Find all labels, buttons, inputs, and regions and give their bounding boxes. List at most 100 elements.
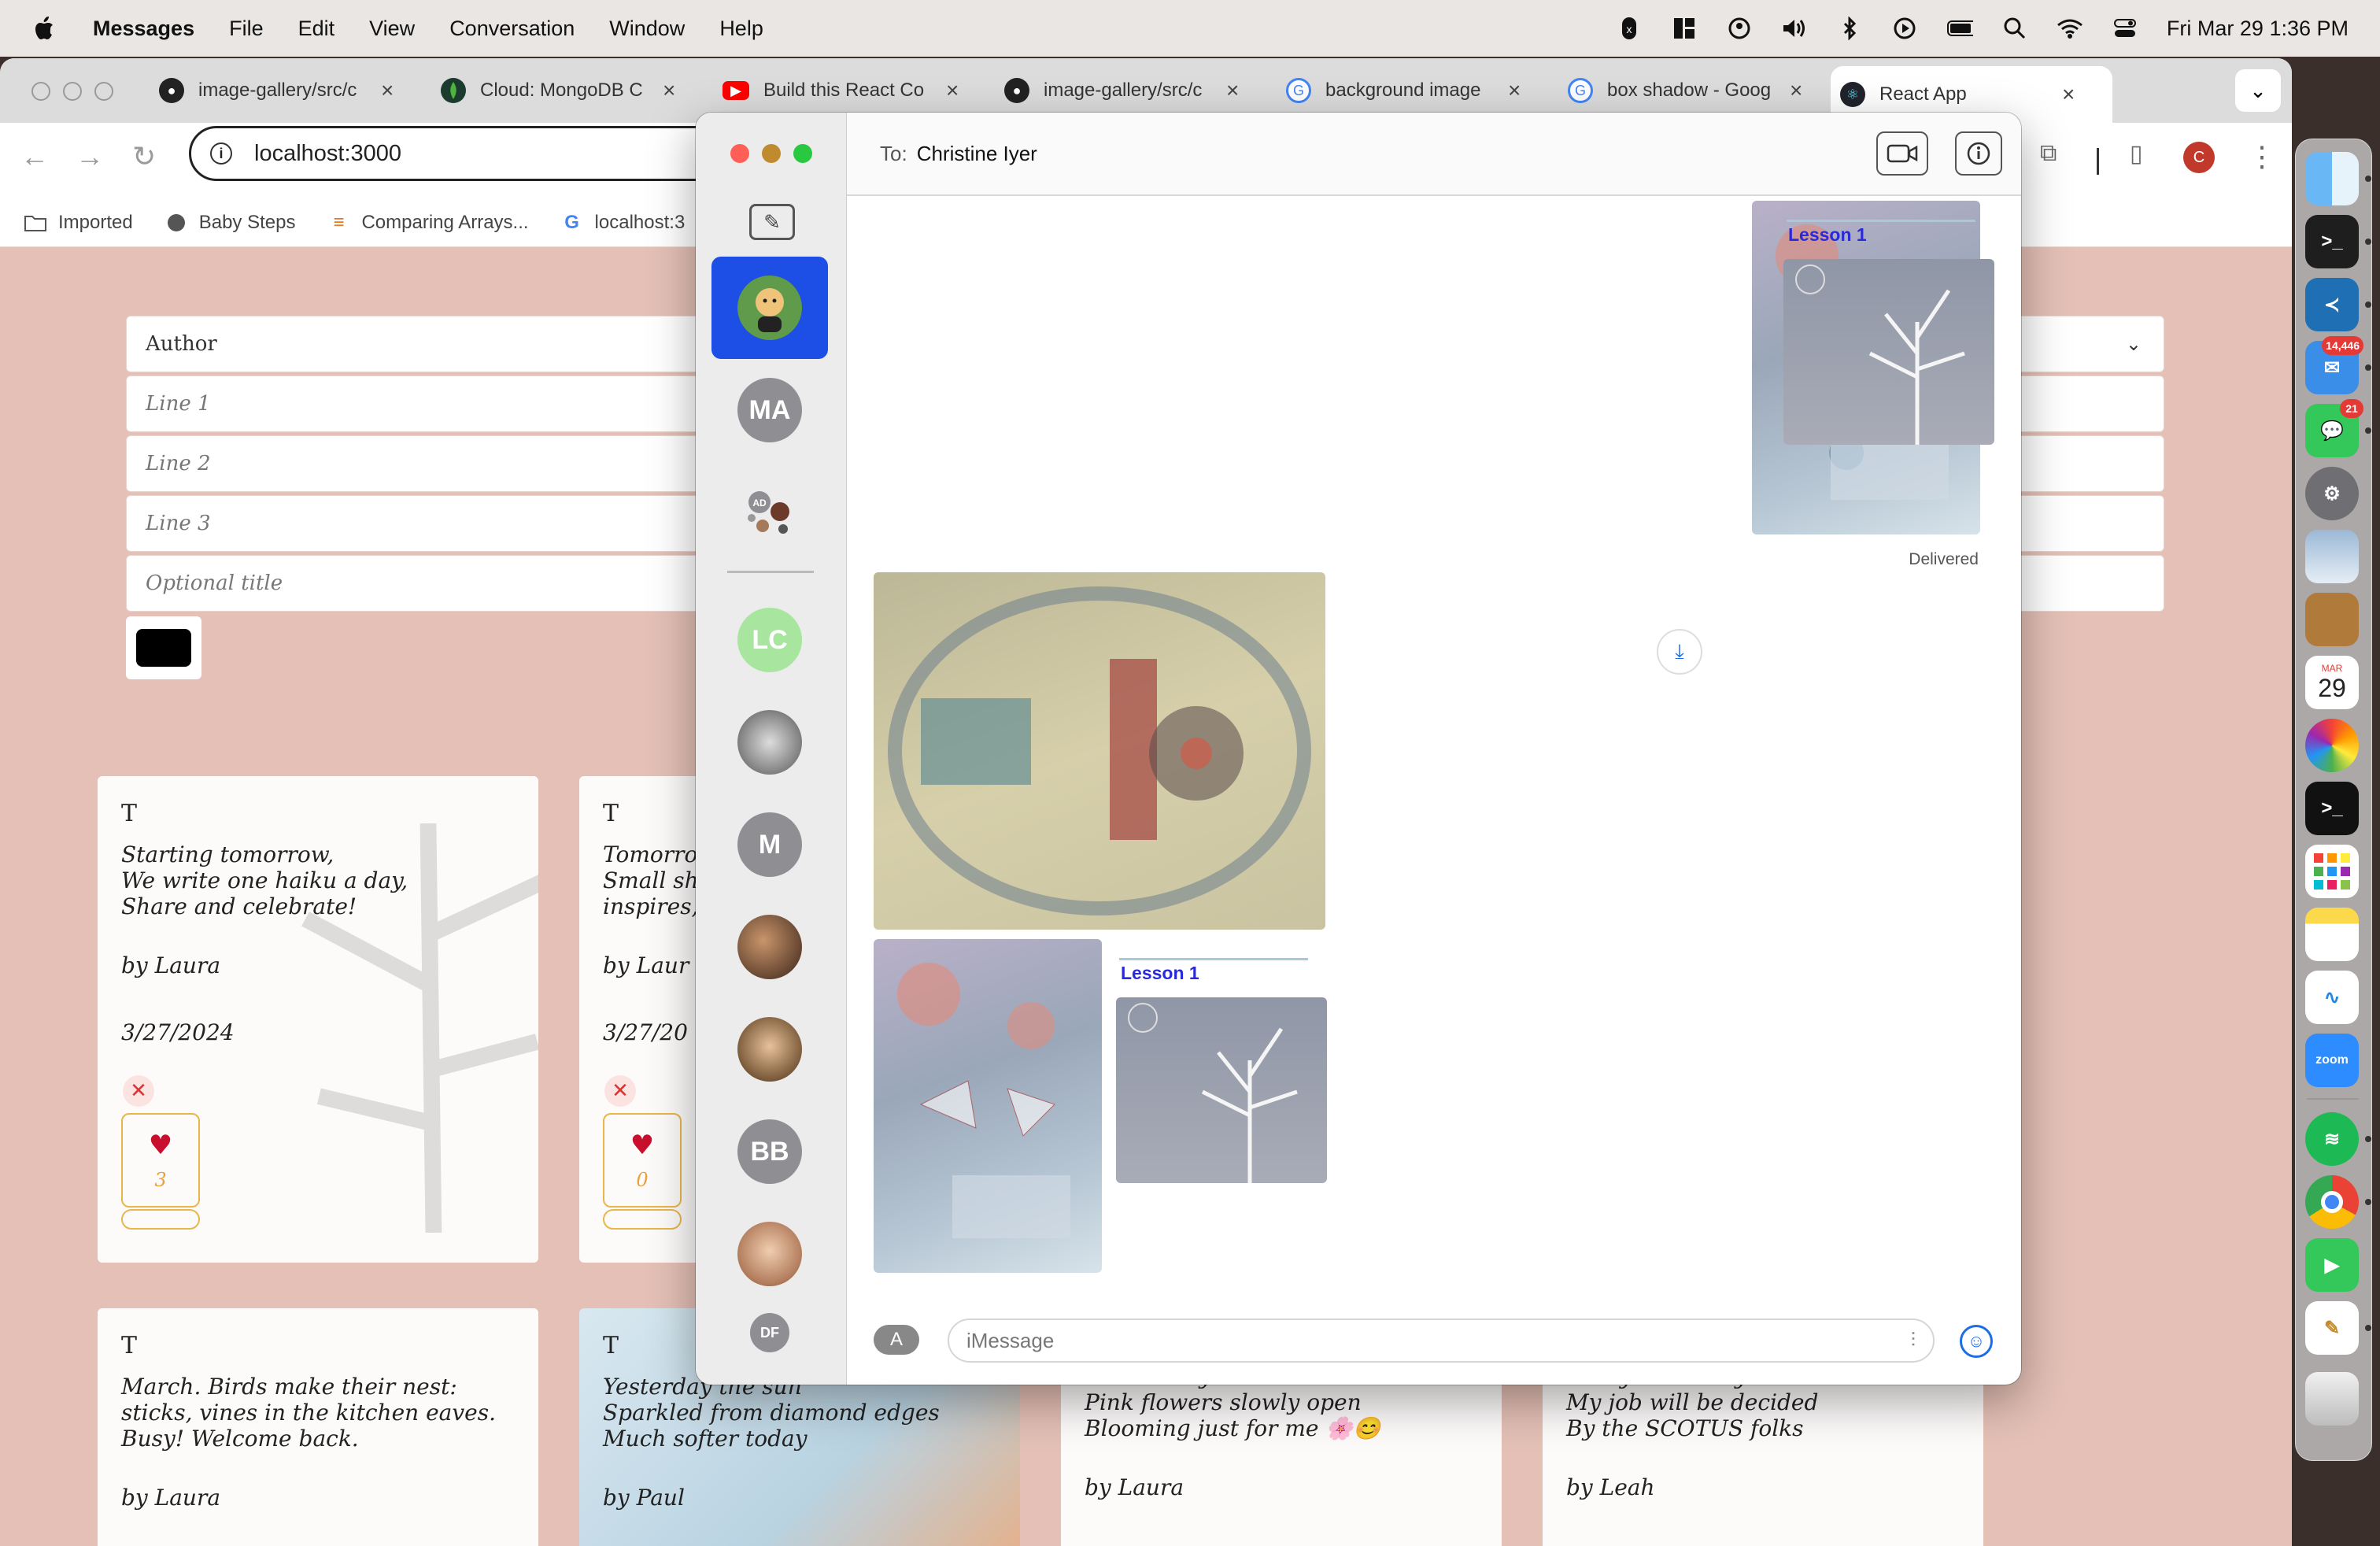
received-image-collage[interactable]: [874, 572, 1325, 930]
control-center-icon[interactable]: [2112, 15, 2138, 42]
save-attachment-button[interactable]: ⤓: [1657, 629, 1702, 675]
back-arrow-icon[interactable]: ←: [20, 140, 49, 173]
tab-close-icon[interactable]: ×: [1226, 78, 1239, 103]
tab-google-box-shadow[interactable]: G box shadow - Goog ×: [1558, 66, 1802, 115]
tab-close-icon[interactable]: ×: [1508, 78, 1521, 103]
launchpad-icon[interactable]: [2305, 845, 2359, 898]
menu-window[interactable]: Window: [609, 17, 685, 41]
audio-waveform-icon[interactable]: ⫶: [1911, 1328, 1916, 1353]
delete-icon[interactable]: ✕: [604, 1075, 636, 1107]
tab-google-background[interactable]: G background image ×: [1277, 66, 1521, 115]
menu-help[interactable]: Help: [719, 17, 763, 41]
menu-file[interactable]: File: [229, 17, 264, 41]
conversation-item[interactable]: LC: [711, 589, 828, 691]
tab-close-icon[interactable]: ×: [1790, 78, 1802, 103]
close-window-button[interactable]: [730, 144, 749, 163]
tab-github-1[interactable]: ● image-gallery/src/c ×: [150, 66, 394, 115]
volume-icon[interactable]: [1781, 15, 1808, 42]
bluetooth-icon[interactable]: [1836, 15, 1863, 42]
tab-close-icon[interactable]: ×: [381, 78, 394, 103]
menu-clock[interactable]: Fri Mar 29 1:36 PM: [2167, 17, 2349, 41]
conversation-item[interactable]: AD: [711, 461, 828, 564]
vscode-icon[interactable]: ≺: [2305, 278, 2359, 331]
menu-edit[interactable]: Edit: [298, 17, 335, 41]
conversation-item[interactable]: MA: [711, 359, 828, 461]
user-account-icon[interactable]: [1726, 15, 1753, 42]
notes-icon[interactable]: [2305, 908, 2359, 961]
facetime-video-button[interactable]: [1876, 131, 1928, 176]
like-button[interactable]: ♥ 0: [603, 1113, 682, 1208]
more-menu-icon[interactable]: ⋮: [2248, 140, 2276, 173]
now-playing-icon[interactable]: [1891, 15, 1918, 42]
system-settings-icon[interactable]: ⚙: [2305, 467, 2359, 520]
trash-icon[interactable]: [2305, 1372, 2359, 1426]
profile-avatar[interactable]: C: [2183, 142, 2215, 173]
messages-icon[interactable]: 💬 21: [2305, 399, 2363, 457]
zoom-icon[interactable]: zoom: [2305, 1034, 2359, 1087]
tab-github-2[interactable]: ● image-gallery/src/c ×: [995, 66, 1239, 115]
tab-close-icon[interactable]: ×: [946, 78, 959, 103]
facetime-icon[interactable]: ▶: [2305, 1238, 2359, 1292]
delete-icon[interactable]: ✕: [123, 1075, 154, 1107]
conversation-item[interactable]: [711, 896, 828, 998]
compose-button[interactable]: ✎: [749, 204, 795, 240]
wifi-icon[interactable]: [2057, 15, 2083, 42]
recipient-name[interactable]: Christine Iyer: [917, 142, 1037, 166]
menu-conversation[interactable]: Conversation: [449, 17, 575, 41]
menu-app-name[interactable]: Messages: [93, 17, 194, 41]
tab-close-icon[interactable]: ×: [663, 78, 675, 103]
minimize-window-button[interactable]: [762, 144, 781, 163]
zoom-window-button[interactable]: [94, 82, 113, 101]
tab-close-icon[interactable]: ×: [2062, 82, 2075, 107]
script-editor-icon[interactable]: ✎: [2305, 1301, 2359, 1355]
app-store-button[interactable]: A: [874, 1325, 919, 1355]
apple-menu-icon[interactable]: [31, 15, 57, 42]
tab-mongodb[interactable]: Cloud: MongoDB C ×: [431, 66, 675, 115]
zoom-window-button[interactable]: [793, 144, 812, 163]
menu-view[interactable]: View: [369, 17, 415, 41]
extensions-puzzle-icon[interactable]: ⧉: [2040, 140, 2057, 167]
bookmark-comparing-arrays[interactable]: ≡ Comparing Arrays...: [327, 211, 528, 235]
conversation-item[interactable]: M: [711, 793, 828, 896]
conversation-item[interactable]: [711, 691, 828, 793]
side-panel-icon[interactable]: ▯: [2130, 140, 2143, 168]
color-picker[interactable]: [126, 616, 201, 679]
tab-search-button[interactable]: ⌄: [2235, 69, 2281, 112]
window-layout-icon[interactable]: [1671, 15, 1698, 42]
chrome-icon[interactable]: [2305, 1175, 2359, 1229]
received-image-collage-2[interactable]: [874, 939, 1102, 1273]
conversation-item[interactable]: [711, 257, 828, 359]
forward-arrow-icon[interactable]: →: [76, 140, 104, 173]
message-input[interactable]: iMessage ⫶: [948, 1319, 1935, 1363]
sent-image-tree[interactable]: [1783, 259, 1994, 445]
minimize-window-button[interactable]: [63, 82, 82, 101]
site-info-icon[interactable]: i: [210, 142, 232, 165]
conversation-item[interactable]: BB: [711, 1100, 828, 1203]
mail-icon[interactable]: ✉ 14,446: [2305, 336, 2363, 394]
freeform-icon[interactable]: ∿: [2305, 971, 2359, 1024]
reload-icon[interactable]: ↻: [132, 140, 156, 173]
terminal-icon[interactable]: >_: [2305, 215, 2359, 268]
like-button[interactable]: ♥ 3: [121, 1113, 200, 1208]
spotify-icon[interactable]: ≋: [2305, 1112, 2359, 1166]
calendar-icon[interactable]: MAR 29: [2305, 656, 2359, 709]
extension-icon[interactable]: x: [1616, 15, 1643, 42]
bookmark-imported[interactable]: Imported: [24, 211, 133, 235]
close-window-button[interactable]: [31, 82, 50, 101]
spotlight-search-icon[interactable]: [2001, 15, 2028, 42]
received-image-tree[interactable]: [1116, 997, 1327, 1183]
tab-youtube[interactable]: ▶ Build this React Co ×: [713, 66, 959, 115]
terminal-2-icon[interactable]: >_: [2305, 782, 2359, 835]
author-select-label: Author: [146, 332, 217, 356]
bookmark-baby-steps[interactable]: Baby Steps: [164, 211, 295, 235]
conversation-item[interactable]: [711, 998, 828, 1100]
photos-icon[interactable]: [2305, 719, 2359, 772]
preview-icon[interactable]: [2305, 530, 2359, 583]
bookmark-localhost[interactable]: Glocalhost:3: [560, 211, 685, 235]
finder-icon[interactable]: [2305, 152, 2359, 205]
conversation-item[interactable]: [711, 1203, 828, 1305]
emoji-picker-icon[interactable]: ☺: [1960, 1325, 1993, 1358]
conversation-item[interactable]: DF: [711, 1297, 828, 1368]
contacts-icon[interactable]: [2305, 593, 2359, 646]
details-button[interactable]: [1955, 131, 2002, 176]
